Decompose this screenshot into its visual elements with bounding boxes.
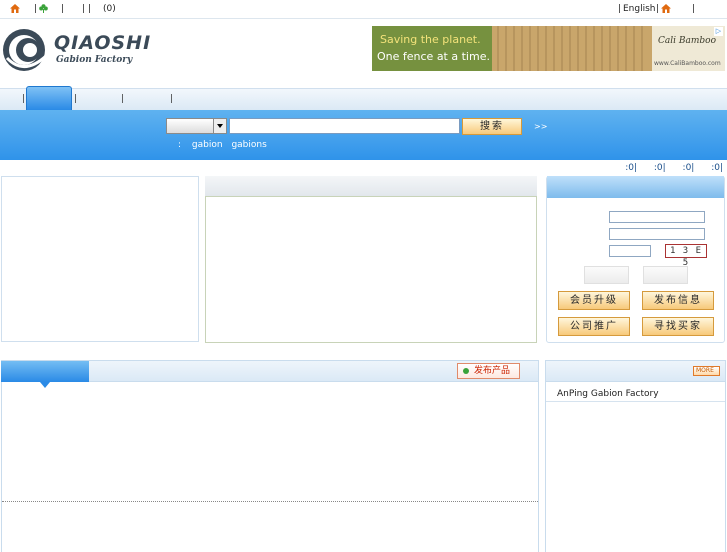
captcha-image[interactable]: 1 3 E 5 xyxy=(665,244,707,268)
top-sep: | xyxy=(692,4,696,14)
hot-keywords: : gabion gabions xyxy=(178,140,267,150)
site-logo[interactable]: QIAOSHI Gabion Factory xyxy=(2,26,152,74)
chevron-down-icon[interactable] xyxy=(213,119,226,133)
hot-keyword[interactable]: gabions xyxy=(231,140,266,150)
cart-count[interactable]: (0) xyxy=(103,4,116,14)
advanced-search-link[interactable]: >> xyxy=(534,122,547,131)
nav-sep: | xyxy=(22,94,26,104)
publish-product-button[interactable]: 发布产品 xyxy=(457,363,520,379)
find-buyer-button[interactable]: 寻找买家 xyxy=(642,317,714,336)
products-tab[interactable] xyxy=(1,361,89,388)
top-sep: | xyxy=(61,4,65,14)
nav-sep: | xyxy=(121,94,125,104)
middle-panel-header xyxy=(205,176,537,196)
clover-icon[interactable] xyxy=(39,4,48,16)
main-nav xyxy=(0,88,727,110)
captcha-field[interactable] xyxy=(609,245,651,257)
ad-banner[interactable]: Saving the planet. One fence at a time. … xyxy=(372,26,725,71)
logo-swirl-icon xyxy=(3,29,48,71)
search-input[interactable] xyxy=(229,118,460,134)
top-sep: | xyxy=(34,4,38,14)
hot-prefix: : xyxy=(178,140,182,150)
middle-panel xyxy=(205,196,537,343)
ad-line1: Saving the planet. xyxy=(380,33,481,46)
upgrade-member-button[interactable]: 会员升级 xyxy=(558,291,630,310)
products-body xyxy=(1,382,539,552)
ad-choice-icon[interactable]: ▷ xyxy=(714,27,723,36)
ad-line2: One fence at a time. xyxy=(377,50,490,63)
hot-keyword[interactable]: gabion xyxy=(192,140,223,150)
right-panel-body xyxy=(545,382,726,552)
search-category-select[interactable] xyxy=(166,118,227,134)
top-sep: | xyxy=(656,4,660,14)
left-panel xyxy=(1,176,199,342)
top-sep: | xyxy=(618,4,622,14)
home-icon[interactable] xyxy=(10,4,20,16)
top-sep: | | xyxy=(82,4,91,14)
company-promote-button[interactable]: 公司推广 xyxy=(558,317,630,336)
login-button[interactable] xyxy=(584,266,629,284)
site-stats: :0| :0| :0| :0| xyxy=(625,163,723,173)
more-button[interactable]: MORE xyxy=(693,366,720,376)
ad-brand: Cali Bamboo xyxy=(658,36,716,46)
divider xyxy=(2,501,538,502)
nav-sep: | xyxy=(74,94,78,104)
lang-english-link[interactable]: English xyxy=(623,4,656,14)
password-field[interactable] xyxy=(609,228,705,240)
register-button[interactable] xyxy=(643,266,688,284)
login-panel-header xyxy=(547,176,724,198)
username-field[interactable] xyxy=(609,211,705,223)
nav-tab-active[interactable] xyxy=(26,86,72,110)
search-button[interactable]: 搜索 xyxy=(462,118,522,135)
top-bar: | | | | (0) | English | | xyxy=(0,0,727,19)
divider xyxy=(546,401,725,402)
company-link[interactable]: AnPing Gabion Factory xyxy=(557,389,659,399)
home-icon[interactable] xyxy=(661,4,671,16)
logo-subtitle: Gabion Factory xyxy=(56,55,133,65)
publish-info-button[interactable]: 发布信息 xyxy=(642,291,714,310)
nav-sep: | xyxy=(170,94,174,104)
logo-name: QIAOSHI xyxy=(54,32,152,54)
ad-url: www.CaliBamboo.com xyxy=(654,60,721,67)
